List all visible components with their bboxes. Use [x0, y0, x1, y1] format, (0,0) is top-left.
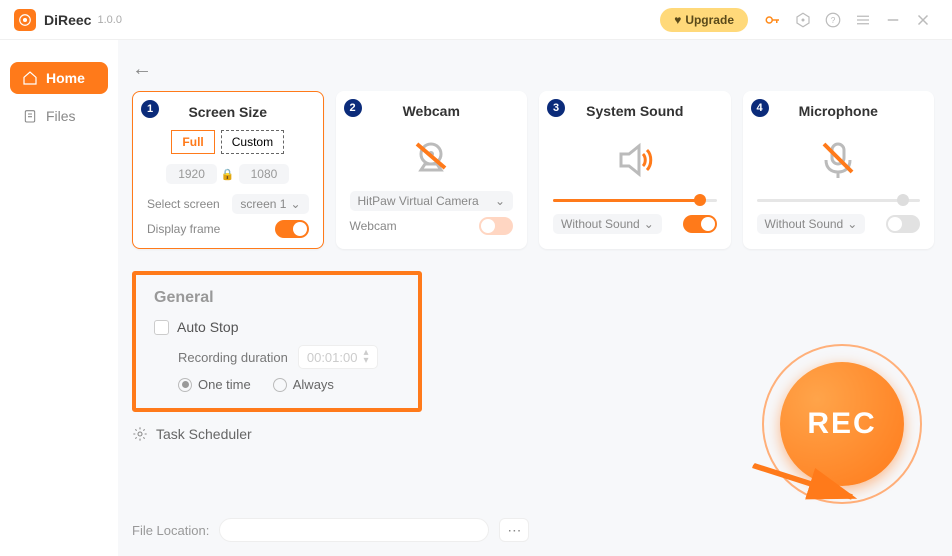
card-microphone: 4 Microphone Without Sound ⌄ [743, 91, 935, 249]
display-frame-toggle[interactable] [275, 220, 309, 238]
height-field[interactable]: 1080 [239, 164, 290, 184]
duration-label: Recording duration [178, 350, 288, 365]
sidebar-files-label: Files [46, 108, 76, 124]
screen-select[interactable]: screen 1 ⌄ [232, 194, 308, 214]
microphone-value: Without Sound [765, 217, 844, 231]
system-sound-select[interactable]: Without Sound ⌄ [553, 214, 662, 234]
microphone-slider[interactable] [757, 199, 921, 202]
always-label: Always [293, 377, 334, 392]
svg-text:?: ? [831, 16, 836, 25]
size-tab-full[interactable]: Full [171, 130, 214, 154]
close-icon[interactable] [910, 7, 936, 33]
chevron-down-icon: ⌄ [495, 194, 505, 208]
chevron-down-icon: ⌄ [290, 197, 300, 211]
app-logo [14, 9, 36, 31]
key-icon[interactable] [760, 7, 786, 33]
upgrade-button[interactable]: ♥ Upgrade [660, 8, 748, 32]
auto-stop-label: Auto Stop [177, 319, 239, 335]
width-field[interactable]: 1920 [166, 164, 217, 184]
crown-icon: ♥ [674, 13, 681, 27]
back-button[interactable]: ← [132, 58, 152, 81]
duration-field[interactable]: 00:01:00 ▴▾ [298, 345, 378, 369]
card-screen-size: 1 Screen Size Full Custom 1920 🔒 1080 Se… [132, 91, 324, 249]
gear-icon [132, 426, 148, 442]
file-location-row: File Location: ⋯ [132, 518, 529, 542]
main-panel: ← 1 Screen Size Full Custom 1920 🔒 1080 … [118, 40, 952, 556]
webcam-select[interactable]: HitPaw Virtual Camera ⌄ [350, 191, 514, 211]
select-screen-label: Select screen [147, 197, 220, 211]
file-path-field[interactable] [219, 518, 489, 542]
help-icon[interactable]: ? [820, 7, 846, 33]
chevron-down-icon: ⌄ [644, 217, 654, 231]
microphone-off-icon [757, 129, 921, 191]
app-version: 1.0.0 [97, 14, 121, 26]
badge-4: 4 [751, 99, 769, 117]
badge-3: 3 [547, 99, 565, 117]
microphone-select[interactable]: Without Sound ⌄ [757, 214, 866, 234]
size-tab-custom[interactable]: Custom [221, 130, 284, 154]
title-bar: DiReec 1.0.0 ♥ Upgrade ? [0, 0, 952, 40]
screen-value: screen 1 [240, 197, 286, 211]
settings-hex-icon[interactable] [790, 7, 816, 33]
general-title: General [154, 289, 400, 307]
card-webcam: 2 Webcam HitPaw Virtual Camera ⌄ Webcam [336, 91, 528, 249]
system-sound-title: System Sound [553, 103, 717, 119]
sidebar-item-files[interactable]: Files [10, 100, 108, 132]
card-system-sound: 3 System Sound Without Sound ⌄ [539, 91, 731, 249]
app-name: DiReec [44, 12, 91, 28]
webcam-device: HitPaw Virtual Camera [358, 194, 479, 208]
one-time-label: One time [198, 377, 251, 392]
always-radio[interactable] [273, 378, 287, 392]
sidebar-item-home[interactable]: Home [10, 62, 108, 94]
lock-icon[interactable]: 🔒 [221, 168, 235, 181]
display-frame-label: Display frame [147, 222, 220, 236]
webcam-label: Webcam [350, 219, 397, 233]
screen-title: Screen Size [147, 104, 309, 120]
menu-icon[interactable] [850, 7, 876, 33]
one-time-radio[interactable] [178, 378, 192, 392]
duration-value: 00:01:00 [307, 350, 358, 365]
system-sound-slider[interactable] [553, 199, 717, 202]
upgrade-label: Upgrade [685, 13, 734, 27]
task-scheduler-label: Task Scheduler [156, 426, 252, 442]
webcam-title: Webcam [350, 103, 514, 119]
home-icon [22, 70, 38, 86]
sidebar-home-label: Home [46, 70, 85, 86]
sidebar: Home Files [0, 40, 118, 556]
badge-1: 1 [141, 100, 159, 118]
file-more-button[interactable]: ⋯ [499, 518, 529, 542]
stepper-icon: ▴▾ [363, 349, 368, 365]
microphone-title: Microphone [757, 103, 921, 119]
files-icon [22, 108, 38, 124]
auto-stop-checkbox[interactable] [154, 320, 169, 335]
general-panel: General Auto Stop Recording duration 00:… [132, 271, 422, 412]
minimize-icon[interactable] [880, 7, 906, 33]
speaker-icon [553, 129, 717, 191]
system-sound-value: Without Sound [561, 217, 640, 231]
webcam-off-icon [350, 129, 514, 191]
webcam-toggle[interactable] [479, 217, 513, 235]
system-sound-toggle[interactable] [683, 215, 717, 233]
chevron-down-icon: ⌄ [847, 217, 857, 231]
file-location-label: File Location: [132, 523, 209, 538]
microphone-toggle[interactable] [886, 215, 920, 233]
badge-2: 2 [344, 99, 362, 117]
